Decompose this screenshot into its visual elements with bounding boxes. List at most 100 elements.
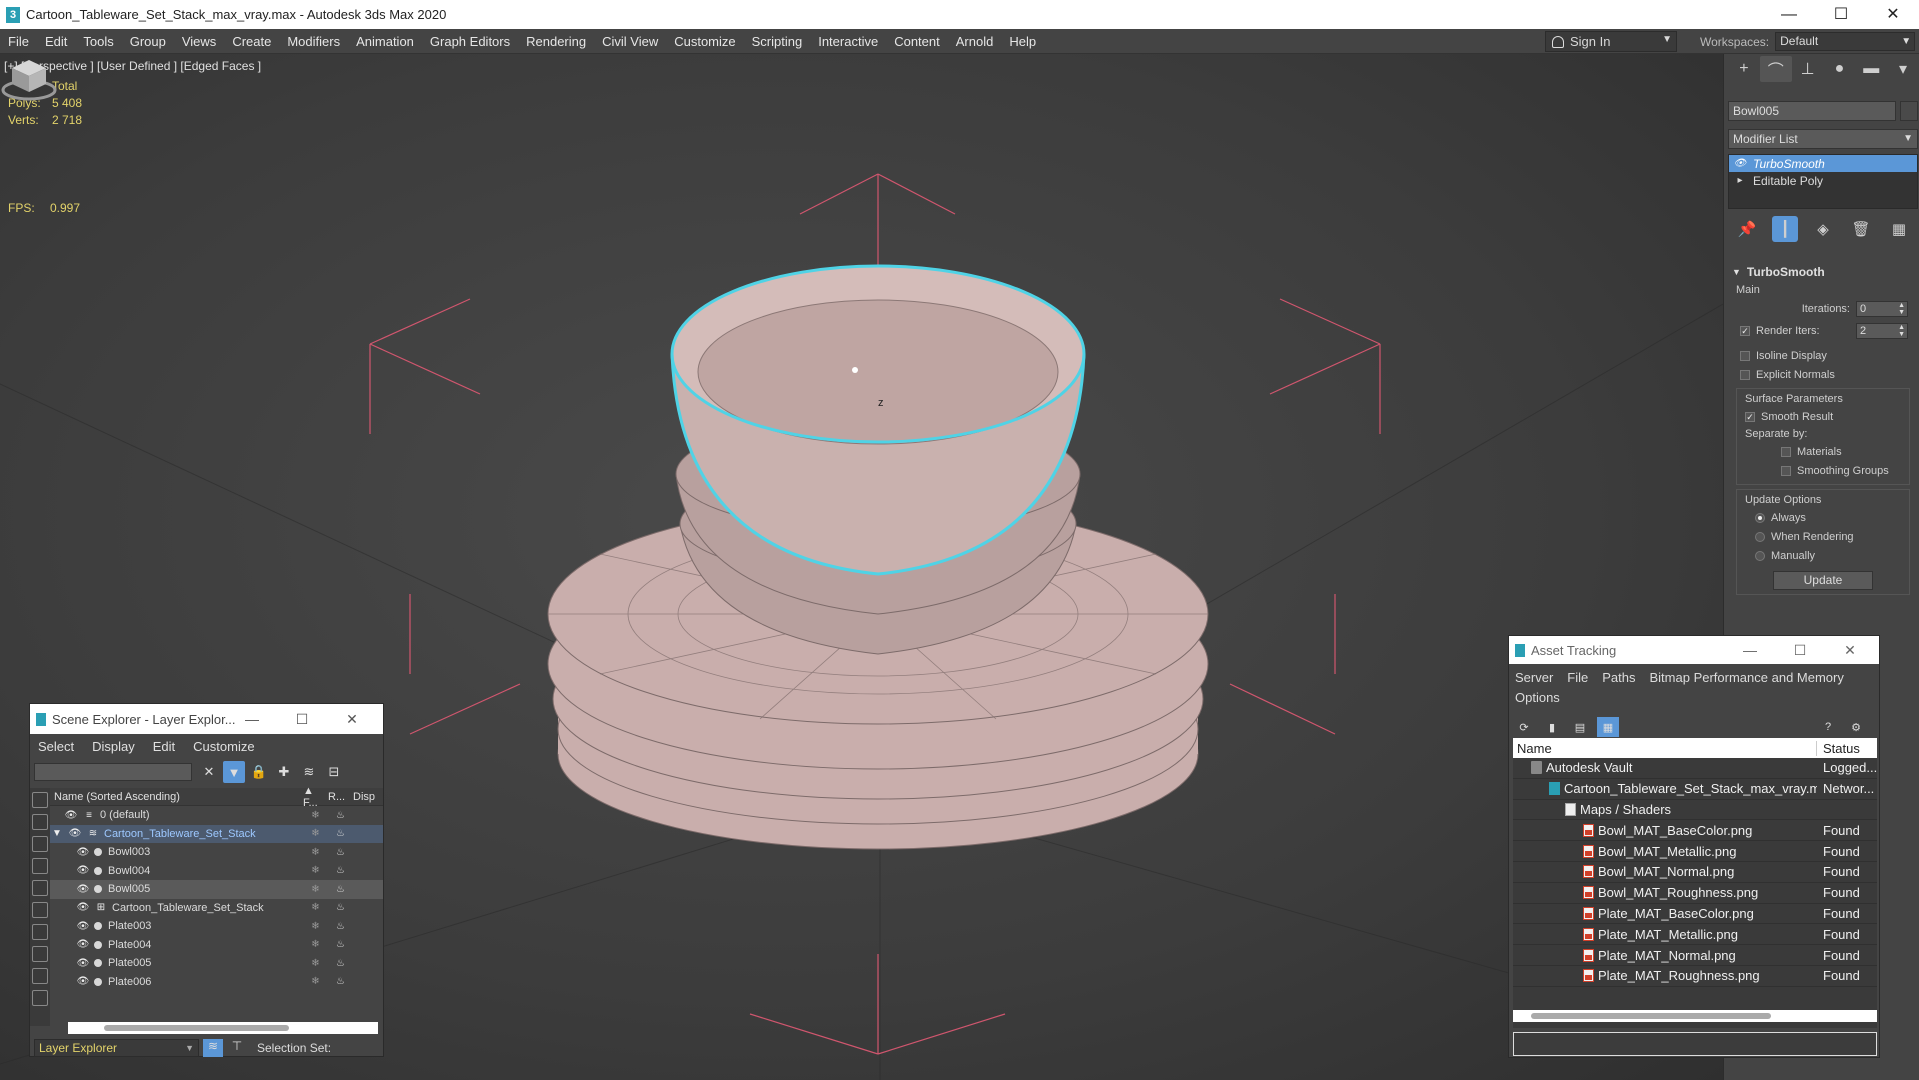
menu-edit[interactable]: Edit: [37, 29, 75, 54]
menu-customize[interactable]: Customize: [666, 29, 743, 54]
freeze-icon[interactable]: ❄: [303, 921, 328, 932]
refresh-icon[interactable]: ⟳: [1513, 717, 1535, 737]
smoothing-groups-checkbox[interactable]: [1781, 465, 1791, 476]
help-icon[interactable]: ?: [1817, 717, 1839, 737]
eye-icon[interactable]: 👁: [76, 884, 90, 895]
table-row[interactable]: Plate_MAT_Normal.png Found: [1513, 945, 1877, 966]
column-name[interactable]: Name: [1513, 740, 1817, 756]
table-view-icon[interactable]: ▤: [1569, 717, 1591, 737]
freeze-icon[interactable]: ❄: [303, 939, 328, 950]
explicit-normals-checkbox[interactable]: [1740, 369, 1750, 380]
se-menu-select[interactable]: Select: [38, 739, 74, 754]
eye-icon[interactable]: 👁: [76, 865, 90, 876]
always-radio[interactable]: [1755, 512, 1765, 523]
list-view-icon[interactable]: ▦: [1597, 717, 1619, 737]
explorer-type-dropdown[interactable]: Layer Explorer ▼: [34, 1039, 199, 1057]
render-teapot-icon[interactable]: ♨: [328, 828, 353, 839]
lock-icon[interactable]: 🔒: [248, 761, 270, 783]
table-row[interactable]: Plate_MAT_Metallic.png Found: [1513, 924, 1877, 946]
eye-icon[interactable]: 👁: [76, 902, 90, 913]
scrollbar-thumb[interactable]: [1531, 1013, 1771, 1019]
menu-content[interactable]: Content: [886, 29, 948, 54]
at-menu-options[interactable]: Options: [1515, 690, 1560, 705]
eye-icon[interactable]: 👁: [76, 939, 90, 950]
at-menu-file[interactable]: File: [1567, 670, 1588, 685]
lights-filter-icon[interactable]: [32, 836, 48, 852]
expand-arrow-icon[interactable]: ▸: [1733, 175, 1747, 186]
table-row[interactable]: Autodesk Vault Logged...: [1513, 758, 1877, 779]
menu-group[interactable]: Group: [122, 29, 174, 54]
modifier-turbosmooth[interactable]: 👁 TurboSmooth: [1729, 155, 1917, 172]
render-teapot-icon[interactable]: ♨: [328, 884, 353, 895]
table-row[interactable]: Bowl_MAT_Metallic.png Found: [1513, 841, 1877, 862]
utilities-tab-icon[interactable]: ▾: [1887, 56, 1919, 82]
render-teapot-icon[interactable]: ♨: [328, 902, 353, 913]
column-status[interactable]: Status: [1817, 741, 1860, 756]
maximize-button[interactable]: ☐: [1815, 0, 1867, 29]
asset-tracking-titlebar[interactable]: Asset Tracking — ☐ ✕: [1509, 636, 1879, 664]
at-menu-bitmap[interactable]: Bitmap Performance and Memory: [1650, 670, 1844, 685]
render-teapot-icon[interactable]: ♨: [328, 865, 353, 876]
table-row[interactable]: 👁 Bowl005 ❄ ♨: [50, 880, 383, 899]
pin-stack-icon[interactable]: 📌: [1734, 216, 1760, 242]
maximize-button[interactable]: ☐: [1775, 636, 1825, 664]
configure-sets-icon[interactable]: ▦: [1886, 216, 1912, 242]
spacewarps-filter-icon[interactable]: [32, 902, 48, 918]
maximize-button[interactable]: ☐: [277, 704, 327, 734]
table-row[interactable]: Bowl_MAT_BaseColor.png Found: [1513, 820, 1877, 842]
modifier-list-dropdown[interactable]: Modifier List ▼: [1728, 129, 1918, 149]
minimize-button[interactable]: —: [227, 704, 277, 734]
freeze-icon[interactable]: ❄: [303, 865, 328, 876]
smooth-result-checkbox[interactable]: ✓: [1745, 411, 1755, 422]
object-name-field[interactable]: Bowl005: [1728, 101, 1896, 121]
close-button[interactable]: ✕: [1867, 0, 1919, 29]
modify-tab-icon[interactable]: ⌒: [1759, 56, 1792, 82]
eye-icon[interactable]: 👁: [68, 828, 82, 839]
menu-interactive[interactable]: Interactive: [810, 29, 886, 54]
scene-explorer-titlebar[interactable]: Scene Explorer - Layer Explor... — ☐ ✕: [30, 704, 383, 734]
freeze-icon[interactable]: ❄: [303, 958, 328, 969]
spinner-arrows-icon[interactable]: ▲ ▼: [1898, 324, 1905, 338]
workspace-select[interactable]: Default ▼: [1775, 32, 1916, 51]
render-iters-spinner[interactable]: 2 ▲ ▼: [1856, 323, 1908, 339]
horizontal-scrollbar[interactable]: [68, 1022, 378, 1034]
materials-checkbox[interactable]: [1781, 446, 1791, 457]
at-menu-server[interactable]: Server: [1515, 670, 1553, 685]
motion-tab-icon[interactable]: ●: [1823, 56, 1855, 82]
render-teapot-icon[interactable]: ♨: [328, 939, 353, 950]
layers-icon[interactable]: ≋: [298, 761, 320, 783]
file-icon[interactable]: ▮: [1541, 717, 1563, 737]
menu-civil-view[interactable]: Civil View: [594, 29, 666, 54]
table-row[interactable]: Cartoon_Tableware_Set_Stack_max_vray.max…: [1513, 779, 1877, 800]
menu-create[interactable]: Create: [224, 29, 279, 54]
display-tab-icon[interactable]: ▬: [1855, 56, 1887, 82]
freeze-icon[interactable]: ❄: [303, 884, 328, 895]
menu-scripting[interactable]: Scripting: [744, 29, 811, 54]
hierarchy-icon[interactable]: ⊤: [227, 1039, 247, 1057]
menu-views[interactable]: Views: [174, 29, 224, 54]
freeze-icon[interactable]: ❄: [303, 847, 328, 858]
settings-icon[interactable]: ⚙: [1845, 717, 1867, 737]
eye-icon[interactable]: 👁: [64, 810, 78, 821]
freeze-icon[interactable]: ❄: [303, 902, 328, 913]
table-row[interactable]: 👁 Plate006 ❄ ♨: [50, 973, 383, 992]
column-frozen[interactable]: ▲ F...: [303, 785, 328, 809]
clear-icon[interactable]: ✕: [198, 761, 220, 783]
eye-icon[interactable]: 👁: [1733, 158, 1747, 169]
table-row[interactable]: 👁 Plate004 ❄ ♨: [50, 936, 383, 955]
menu-file[interactable]: File: [0, 29, 37, 54]
asset-path-field[interactable]: [1513, 1032, 1877, 1056]
table-row[interactable]: 👁 Plate005 ❄ ♨: [50, 954, 383, 973]
helpers-filter-icon[interactable]: [32, 880, 48, 896]
table-row[interactable]: Plate_MAT_BaseColor.png Found: [1513, 904, 1877, 925]
se-menu-display[interactable]: Display: [92, 739, 135, 754]
expand-arrow-icon[interactable]: ▼: [50, 828, 64, 839]
eye-icon[interactable]: 👁: [76, 921, 90, 932]
menu-animation[interactable]: Animation: [348, 29, 422, 54]
freeze-icon[interactable]: ❄: [303, 810, 328, 821]
column-renderable[interactable]: R...: [328, 791, 353, 803]
minimize-button[interactable]: —: [1763, 0, 1815, 29]
se-menu-customize[interactable]: Customize: [193, 739, 254, 754]
eye-icon[interactable]: 👁: [76, 847, 90, 858]
rollout-header[interactable]: ▼ TurboSmooth: [1728, 262, 1918, 282]
